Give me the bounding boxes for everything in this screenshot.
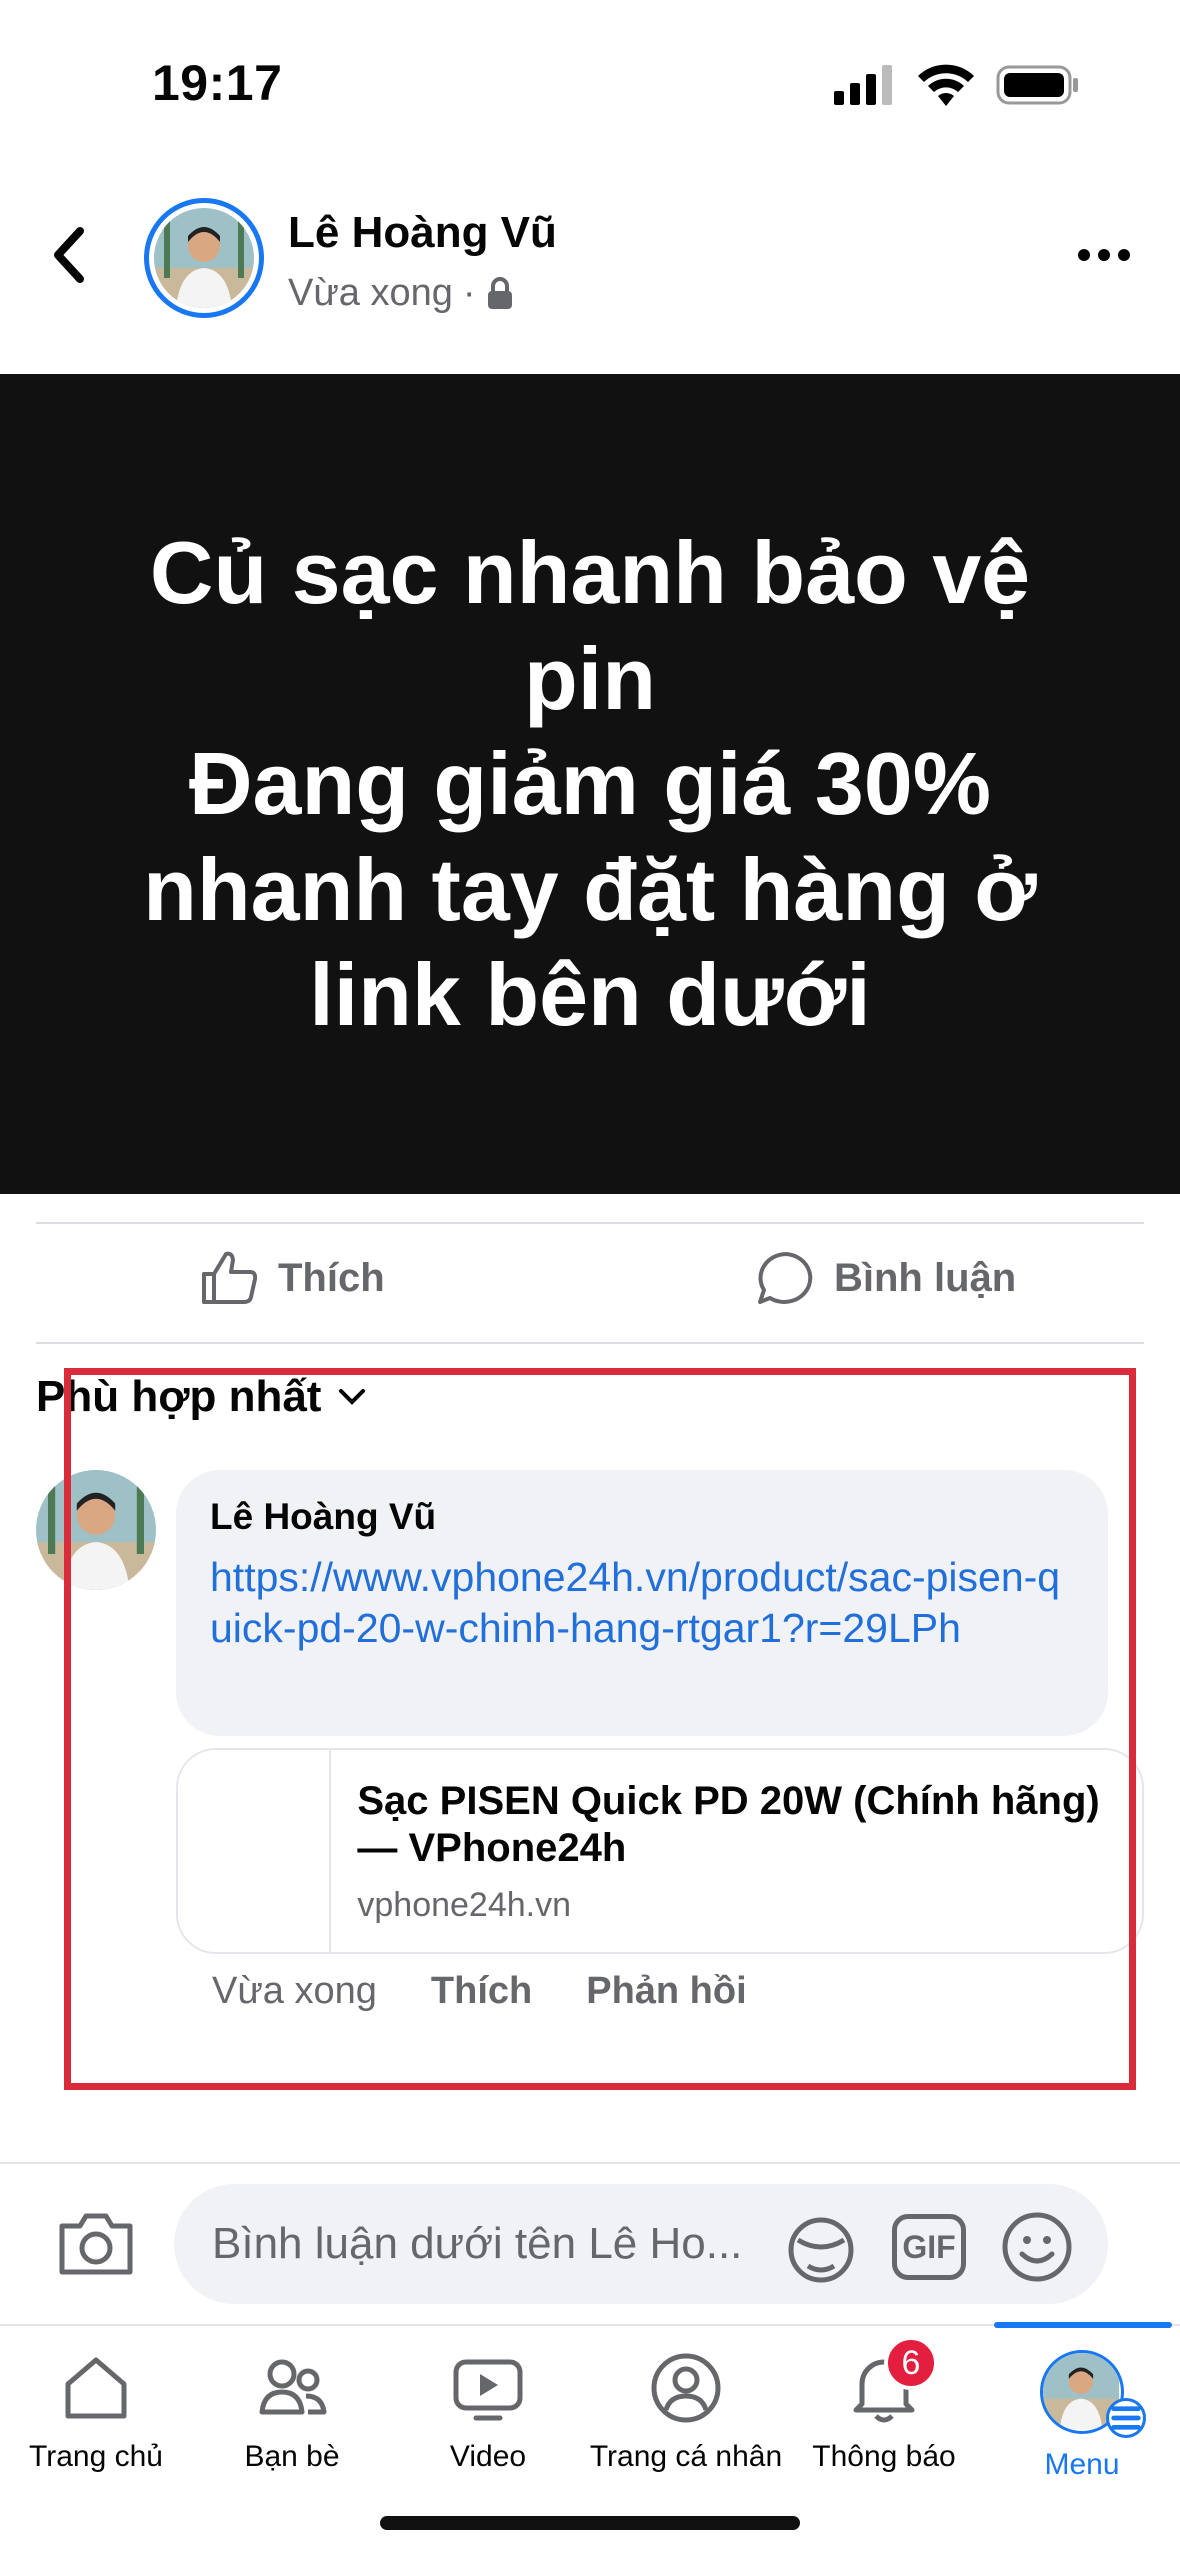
- camera-icon[interactable]: [56, 2208, 136, 2278]
- divider: [0, 2162, 1180, 2164]
- battery-icon: [996, 65, 1078, 105]
- status-time: 19:17: [152, 55, 283, 111]
- post-meta: Vừa xong ·: [288, 272, 514, 315]
- sticker-icon[interactable]: [784, 2210, 858, 2284]
- status-icons: [834, 64, 1080, 106]
- author-name[interactable]: Lê Hoàng Vũ: [288, 208, 557, 258]
- comment-input-placeholder: Bình luận dưới tên Lê Ho...: [212, 2219, 743, 2268]
- home-indicator: [380, 2516, 800, 2530]
- tab-friends[interactable]: Bạn bè: [192, 2350, 392, 2474]
- tab-label: Trang chủ: [29, 2440, 163, 2473]
- divider: [36, 1342, 1144, 1344]
- friends-icon: [259, 2359, 327, 2415]
- gif-button[interactable]: GIF: [892, 2214, 966, 2280]
- avatar-photo: [154, 208, 254, 308]
- tab-menu[interactable]: Menu: [982, 2350, 1180, 2482]
- home-icon: [65, 2357, 127, 2419]
- thumbs-up-icon: [202, 1251, 258, 1304]
- comment-button[interactable]: Bình luận: [756, 1250, 1016, 1306]
- author-avatar[interactable]: [144, 198, 264, 318]
- tab-home[interactable]: Trang chủ: [0, 2350, 196, 2474]
- highlight-box: [64, 1368, 1136, 2090]
- post-content[interactable]: Củ sạc nhanh bảo vệ pin Đang giảm giá 30…: [0, 374, 1180, 1194]
- menu-icon: [1106, 2398, 1146, 2438]
- tab-label: Thông báo: [812, 2440, 956, 2473]
- meta-separator: ·: [462, 272, 476, 314]
- comment-input[interactable]: Bình luận dưới tên Lê Ho...: [174, 2184, 1108, 2304]
- wifi-icon: [918, 64, 974, 106]
- comment-icon: [758, 1252, 813, 1304]
- lock-icon[interactable]: [486, 276, 514, 311]
- video-icon: [453, 2359, 523, 2421]
- tab-label: Bạn bè: [244, 2440, 340, 2473]
- emoji-icon[interactable]: [1000, 2210, 1074, 2284]
- divider: [36, 1222, 1144, 1224]
- post-time: Vừa xong: [288, 272, 453, 314]
- tab-profile[interactable]: Trang cá nhân: [586, 2350, 786, 2474]
- chevron-left-icon[interactable]: [50, 225, 90, 285]
- comment-label: Bình luận: [834, 1255, 1017, 1300]
- signal-icon: [834, 65, 892, 105]
- tab-video[interactable]: Video: [388, 2350, 588, 2474]
- profile-icon: [651, 2353, 721, 2423]
- tab-notifications[interactable]: 6 Thông báo: [784, 2336, 984, 2474]
- tab-label: Video: [449, 2440, 527, 2473]
- gif-label: GIF: [902, 2228, 956, 2265]
- like-button[interactable]: Thích: [200, 1250, 385, 1306]
- notification-badge: 6: [884, 2336, 938, 2390]
- tab-label: Trang cá nhân: [589, 2440, 783, 2473]
- like-label: Thích: [278, 1255, 385, 1300]
- active-tab-indicator: [994, 2322, 1172, 2328]
- post-text: Củ sạc nhanh bảo vệ pin Đang giảm giá 30…: [143, 523, 1037, 1045]
- more-icon[interactable]: [1074, 240, 1134, 270]
